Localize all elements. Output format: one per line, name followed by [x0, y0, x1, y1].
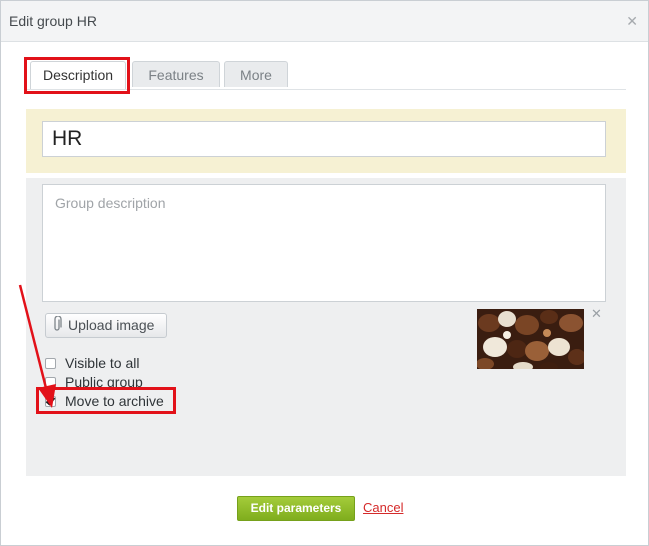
visible-to-all-checkbox[interactable]	[45, 358, 56, 369]
group-details-panel: Upload image ✕	[26, 178, 626, 476]
group-name-panel	[26, 109, 626, 173]
move-to-archive-label: Move to archive	[65, 393, 164, 409]
remove-image-icon[interactable]: ✕	[591, 306, 602, 322]
tab-more[interactable]: More	[224, 61, 288, 87]
group-name-input[interactable]	[42, 121, 606, 157]
paperclip-icon	[54, 316, 62, 331]
edit-group-dialog: Edit group HR ✕ Description Features Mor…	[0, 0, 649, 546]
close-icon[interactable]: ✕	[626, 13, 638, 30]
dialog-title: Edit group HR	[9, 13, 97, 29]
edit-parameters-button[interactable]: Edit parameters	[237, 496, 355, 521]
dialog-titlebar: Edit group HR ✕	[1, 1, 648, 42]
tab-description[interactable]: Description	[30, 61, 126, 89]
tab-features[interactable]: Features	[132, 61, 220, 87]
upload-image-label: Upload image	[68, 317, 155, 333]
group-image-thumbnail	[477, 309, 584, 369]
tab-bar: Description Features More	[26, 61, 626, 90]
public-group-label: Public group	[65, 374, 143, 390]
public-group-checkbox[interactable]	[45, 377, 56, 388]
upload-image-button[interactable]: Upload image	[45, 313, 167, 338]
visible-to-all-label: Visible to all	[65, 355, 140, 371]
cancel-link[interactable]: Cancel	[363, 500, 403, 515]
group-description-field[interactable]	[42, 184, 606, 302]
move-to-archive-checkbox[interactable]	[45, 396, 56, 407]
